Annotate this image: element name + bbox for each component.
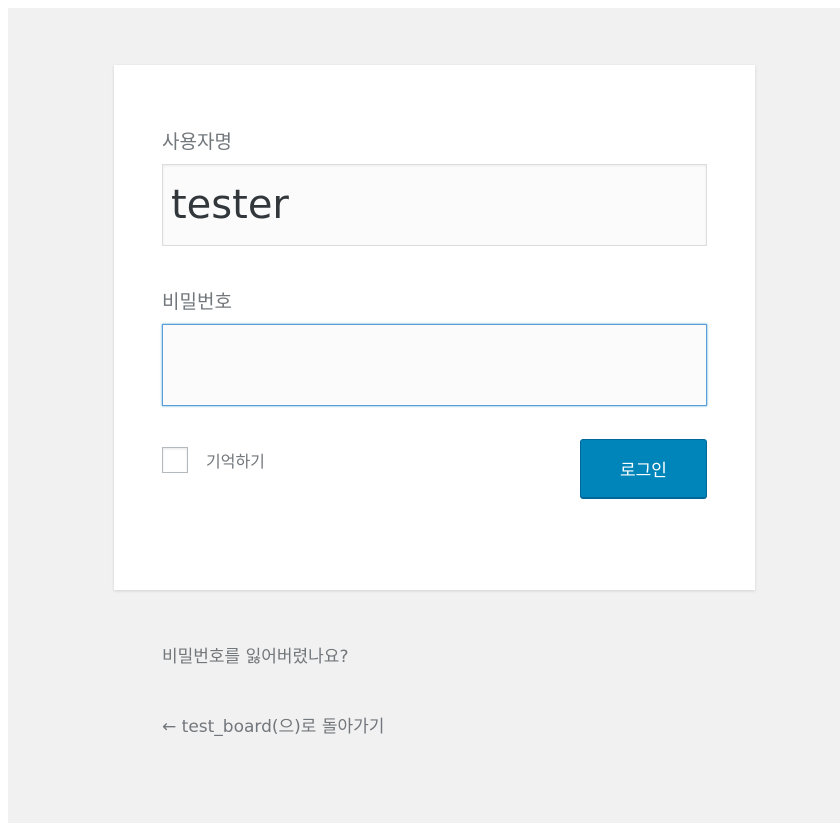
- remember-me-label[interactable]: 기억하기: [206, 448, 265, 472]
- remember-me-row[interactable]: 기억하기: [162, 446, 265, 474]
- login-form: 사용자명 비밀번호 기억하기 로그인: [114, 65, 755, 590]
- lost-password-link[interactable]: 비밀번호를 잃어버렸나요?: [162, 649, 348, 666]
- username-input[interactable]: [162, 164, 707, 246]
- password-input[interactable]: [162, 324, 707, 406]
- password-label: 비밀번호: [162, 291, 232, 313]
- back-to-site-link[interactable]: ← test_board(으)로 돌아가기: [162, 719, 384, 736]
- login-button[interactable]: 로그인: [580, 439, 707, 498]
- remember-me-checkbox[interactable]: [162, 447, 188, 473]
- username-label: 사용자명: [162, 131, 232, 153]
